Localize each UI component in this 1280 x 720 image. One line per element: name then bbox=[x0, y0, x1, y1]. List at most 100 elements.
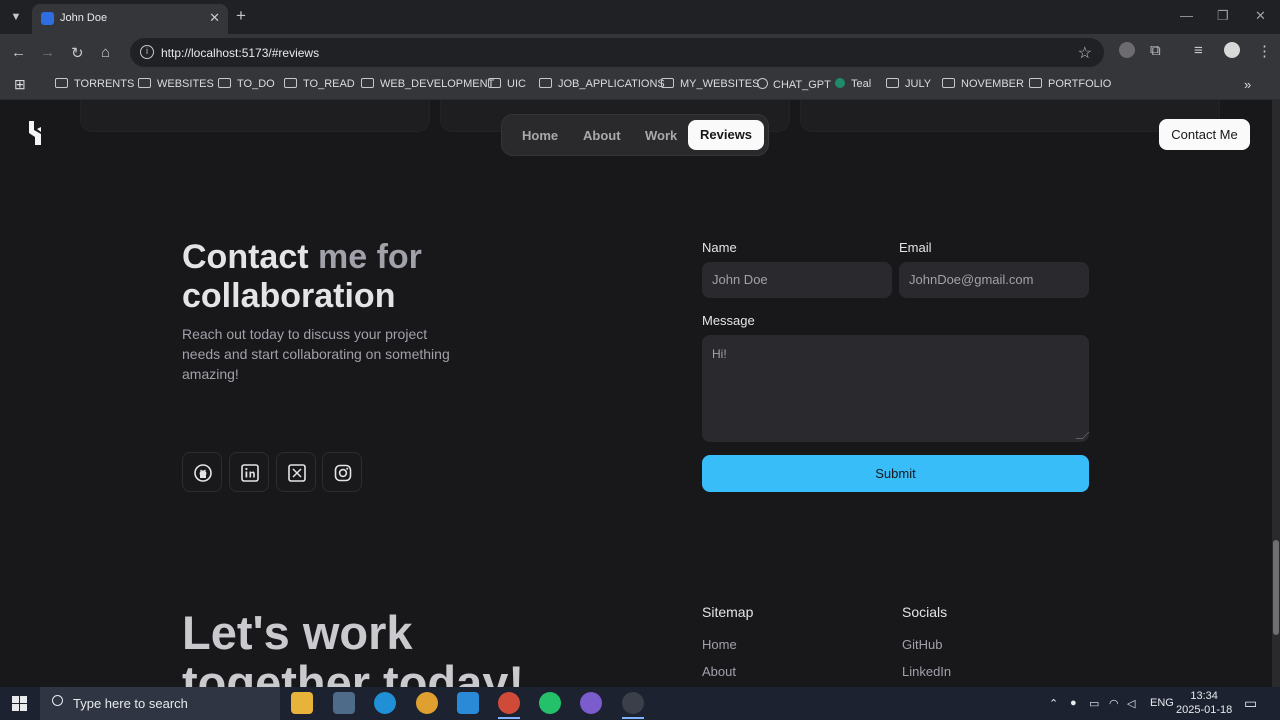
bookmark-folder[interactable]: TO_READ bbox=[284, 78, 355, 90]
tab-search-chevron-icon[interactable]: ▼ bbox=[6, 7, 26, 27]
chrome-profile-icon[interactable] bbox=[498, 692, 520, 719]
file-explorer-icon[interactable] bbox=[291, 692, 313, 714]
obs-studio-icon[interactable] bbox=[622, 692, 644, 719]
forward-arrow-icon[interactable]: → bbox=[40, 44, 55, 61]
folder-icon bbox=[138, 78, 151, 88]
bookmark-folder[interactable]: MY_WEBSITES bbox=[661, 78, 759, 90]
folder-icon bbox=[1029, 78, 1042, 88]
folder-icon bbox=[886, 78, 899, 88]
folder-icon bbox=[942, 78, 955, 88]
folder-icon bbox=[488, 78, 501, 88]
adblock-extension-icon[interactable] bbox=[1119, 42, 1135, 58]
nav-work[interactable]: Work bbox=[645, 128, 677, 143]
footer-link-home[interactable]: Home bbox=[702, 637, 737, 652]
github-link[interactable] bbox=[182, 452, 222, 492]
bookmark-folder[interactable]: UIC bbox=[488, 78, 526, 90]
folder-icon bbox=[218, 78, 231, 88]
footer-link-about[interactable]: About bbox=[702, 664, 736, 679]
bookmark-folder[interactable]: WEB_DEVELOPMENT bbox=[361, 78, 494, 90]
address-bar[interactable]: i http://localhost:5173/#reviews ☆ bbox=[130, 38, 1104, 67]
site-info-icon[interactable]: i bbox=[140, 45, 154, 59]
chatgpt-icon bbox=[757, 78, 768, 89]
search-icon bbox=[52, 695, 63, 706]
tray-chevron-icon[interactable]: ⌃ bbox=[1049, 697, 1058, 710]
restore-icon[interactable]: ❐ bbox=[1217, 8, 1229, 24]
x-twitter-link[interactable] bbox=[276, 452, 316, 492]
windows-taskbar: Type here to search ⌃ ● ▭ ◠ ◁ ENG 13:34 … bbox=[0, 687, 1280, 720]
profile-avatar-icon[interactable] bbox=[1224, 42, 1240, 58]
linkedin-link[interactable] bbox=[229, 452, 269, 492]
clock-time: 13:34 bbox=[1190, 690, 1218, 702]
message-label: Message bbox=[702, 313, 755, 328]
bookmark-folder[interactable]: WEBSITES bbox=[138, 78, 214, 90]
name-input[interactable]: John Doe bbox=[702, 262, 892, 298]
bookmark-link[interactable]: Teal bbox=[835, 78, 871, 90]
site-favicon-icon bbox=[41, 12, 54, 25]
bookmark-folder[interactable]: JULY bbox=[886, 78, 931, 90]
chrome-icon[interactable] bbox=[416, 692, 438, 714]
instagram-icon bbox=[334, 464, 352, 482]
page-scrollbar[interactable] bbox=[1272, 100, 1280, 687]
message-textarea[interactable]: Hi! bbox=[702, 335, 1090, 442]
taskbar-search-box[interactable]: Type here to search bbox=[40, 687, 280, 720]
submit-button[interactable]: Submit bbox=[702, 455, 1089, 492]
browser-tab-strip: ▼ John Doe ✕ + — ❐ ✕ bbox=[0, 0, 1280, 34]
calculator-icon[interactable] bbox=[333, 692, 355, 714]
browser-toolbar: ← → ↻ ⌂ i http://localhost:5173/#reviews… bbox=[0, 34, 1280, 72]
wifi-icon[interactable]: ◠ bbox=[1109, 697, 1119, 710]
contact-me-button[interactable]: Contact Me bbox=[1159, 119, 1250, 150]
taskbar-clock[interactable]: 13:34 2025-01-18 bbox=[1176, 689, 1232, 717]
bookmark-link[interactable]: CHAT_GPT bbox=[757, 78, 831, 91]
github-desktop-icon[interactable] bbox=[580, 692, 602, 714]
nav-reviews[interactable]: Reviews bbox=[688, 120, 765, 150]
edge-browser-icon[interactable] bbox=[374, 692, 396, 714]
instagram-link[interactable] bbox=[322, 452, 362, 492]
bookmarks-bar: ⊞ TORRENTS WEBSITES TO_DO TO_READ WEB_DE… bbox=[0, 72, 1280, 100]
apps-grid-icon[interactable]: ⊞ bbox=[14, 76, 26, 93]
bookmark-folder[interactable]: TORRENTS bbox=[55, 78, 134, 90]
battery-icon[interactable]: ▭ bbox=[1089, 697, 1099, 710]
scrollbar-thumb[interactable] bbox=[1273, 540, 1279, 635]
taskbar-search-placeholder: Type here to search bbox=[73, 696, 188, 711]
more-bookmarks-chevron-icon[interactable]: » bbox=[1244, 77, 1251, 92]
back-arrow-icon[interactable]: ← bbox=[11, 44, 26, 61]
bookmark-folder[interactable]: NOVEMBER bbox=[942, 78, 1024, 90]
bookmark-folder[interactable]: PORTFOLIO bbox=[1029, 78, 1111, 90]
name-label: Name bbox=[702, 240, 737, 255]
contact-lead: Reach out today to discuss your project … bbox=[182, 326, 450, 382]
extensions-puzzle-icon[interactable]: ⧉ bbox=[1150, 42, 1161, 59]
folder-icon bbox=[55, 78, 68, 88]
bookmark-folder[interactable]: TO_DO bbox=[218, 78, 275, 90]
email-input[interactable]: JohnDoe@gmail.com bbox=[899, 262, 1089, 298]
microphone-icon[interactable]: ● bbox=[1070, 697, 1077, 709]
message-placeholder: Hi! bbox=[712, 347, 727, 361]
whatsapp-icon[interactable] bbox=[539, 692, 561, 714]
folder-icon bbox=[661, 78, 674, 88]
language-indicator[interactable]: ENG bbox=[1150, 697, 1174, 709]
bookmark-star-icon[interactable]: ☆ bbox=[1078, 43, 1092, 63]
volume-icon[interactable]: ◁ bbox=[1127, 697, 1135, 710]
minimize-icon[interactable]: — bbox=[1180, 8, 1193, 23]
footer-link-github[interactable]: GitHub bbox=[902, 637, 942, 652]
new-tab-plus-icon[interactable]: + bbox=[236, 6, 246, 26]
resize-handle-icon[interactable] bbox=[1075, 432, 1090, 439]
footer-link-linkedin[interactable]: LinkedIn bbox=[902, 664, 951, 679]
notifications-icon[interactable]: ▭ bbox=[1244, 695, 1257, 712]
vscode-icon[interactable] bbox=[457, 692, 479, 714]
browser-tab[interactable]: John Doe ✕ bbox=[32, 4, 228, 34]
site-logo-icon[interactable] bbox=[28, 120, 48, 146]
windows-start-icon[interactable] bbox=[12, 696, 27, 711]
home-icon[interactable]: ⌂ bbox=[101, 44, 110, 61]
reload-icon[interactable]: ↻ bbox=[71, 44, 84, 62]
nav-about[interactable]: About bbox=[583, 128, 621, 143]
menu-kebab-icon[interactable]: ⋮ bbox=[1257, 42, 1272, 60]
nav-home[interactable]: Home bbox=[522, 128, 558, 143]
close-tab-icon[interactable]: ✕ bbox=[209, 10, 220, 26]
socials-title: Socials bbox=[902, 604, 948, 620]
linkedin-icon bbox=[241, 464, 259, 482]
folder-icon bbox=[284, 78, 297, 88]
sitemap-title: Sitemap bbox=[702, 604, 754, 620]
bookmark-folder[interactable]: JOB_APPLICATIONS bbox=[539, 78, 665, 90]
media-controls-icon[interactable]: ≡ bbox=[1194, 42, 1203, 59]
close-window-icon[interactable]: ✕ bbox=[1255, 8, 1266, 24]
